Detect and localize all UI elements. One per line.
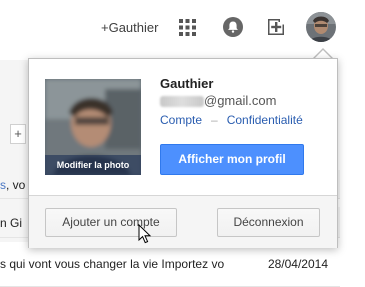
- account-avatar[interactable]: [306, 12, 336, 42]
- notifications-bell-icon[interactable]: [222, 16, 244, 38]
- link-separator: –: [211, 113, 218, 127]
- mail-row-fragment: s qui vont vous changer la vie Importez …: [0, 257, 225, 271]
- mail-row-date: 28/04/2014: [267, 257, 328, 271]
- profile-photo[interactable]: Modifier la photo: [45, 79, 141, 175]
- account-email: @gmail.com: [160, 93, 276, 108]
- email-username-redacted: [160, 96, 204, 108]
- email-domain: @gmail.com: [204, 93, 277, 108]
- add-account-button[interactable]: Ajouter un compte: [45, 208, 177, 237]
- privacy-link[interactable]: Confidentialité: [227, 113, 303, 127]
- mail-row-fragment: n Gi: [0, 216, 23, 230]
- top-bar: +Gauthier: [0, 0, 365, 58]
- google-plus-profile-link[interactable]: +Gauthier: [101, 20, 158, 35]
- share-plus-icon[interactable]: [266, 17, 286, 37]
- avatar-image: [306, 12, 336, 42]
- account-name: Gauthier: [160, 76, 214, 91]
- mail-row-fragment: , vo: [6, 178, 26, 192]
- change-photo-label[interactable]: Modifier la photo: [45, 155, 141, 175]
- logout-button[interactable]: Déconnexion: [217, 208, 320, 237]
- account-popup: Modifier la photo Gauthier @gmail.com Co…: [28, 58, 338, 248]
- account-link[interactable]: Compte: [160, 113, 202, 127]
- mouse-cursor-icon: [138, 224, 152, 244]
- view-profile-button[interactable]: Afficher mon profil: [160, 144, 304, 175]
- popup-footer: Ajouter un compte Déconnexion: [29, 195, 337, 248]
- compose-plus-button[interactable]: +: [10, 124, 26, 144]
- apps-grid-icon[interactable]: [179, 19, 196, 36]
- account-links: Compte – Confidentialité: [160, 113, 303, 127]
- mail-row[interactable]: s qui vont vous changer la vie Importez …: [0, 242, 340, 287]
